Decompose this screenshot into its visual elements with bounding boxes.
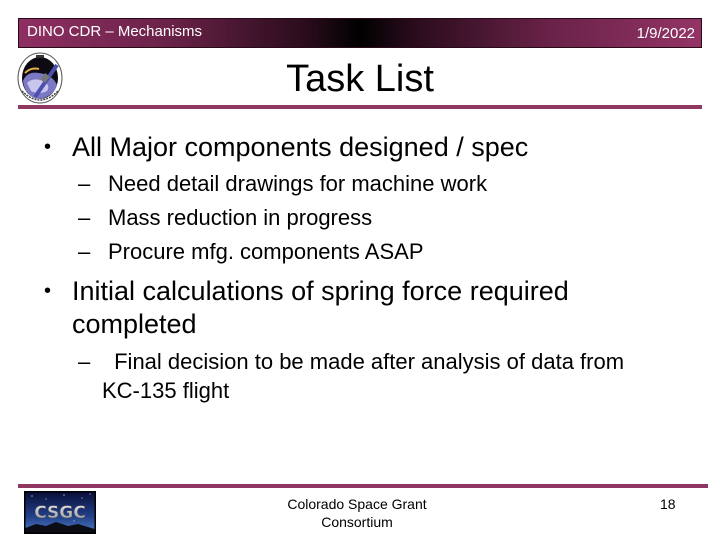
title-divider xyxy=(18,105,702,109)
sub-bullet-text-line2: KC-135 flight xyxy=(102,378,230,403)
sub-bullet-text: Mass reduction in progress xyxy=(108,205,373,230)
bullet-text-line2: completed xyxy=(72,309,197,339)
page-number: 18 xyxy=(660,496,676,512)
csgc-logo-icon: CSGC xyxy=(24,491,96,534)
svg-text:CSGC: CSGC xyxy=(34,503,85,523)
slide-title: Task List xyxy=(286,58,434,100)
sub-bullet-marker: – xyxy=(78,205,91,230)
footer-organization: Colorado Space Grant Consortium xyxy=(257,495,457,531)
sub-bullet-text: Procure mfg. components ASAP xyxy=(108,239,424,264)
header-bar: DINO CDR – Mechanisms 1/9/2022 xyxy=(18,18,702,48)
sub-bullet-marker: – xyxy=(78,171,91,196)
sub-bullet-text: Need detail drawings for machine work xyxy=(108,171,488,196)
sub-bullet-marker: – xyxy=(78,349,91,374)
bullet-marker: • xyxy=(44,280,52,302)
bullet-text: All Major components designed / spec xyxy=(72,132,529,162)
bullet-marker: • xyxy=(44,136,52,158)
footer-org-line1: Colorado Space Grant xyxy=(287,496,427,512)
footer-org-line2: Consortium xyxy=(321,514,393,530)
presentation-title: DINO CDR – Mechanisms xyxy=(27,23,203,40)
bullet-text-line1: Initial calculations of spring force req… xyxy=(72,276,569,306)
sub-bullet-marker: – xyxy=(78,239,91,264)
header-date: 1/9/2022 xyxy=(636,25,695,42)
footer-divider xyxy=(18,484,708,488)
